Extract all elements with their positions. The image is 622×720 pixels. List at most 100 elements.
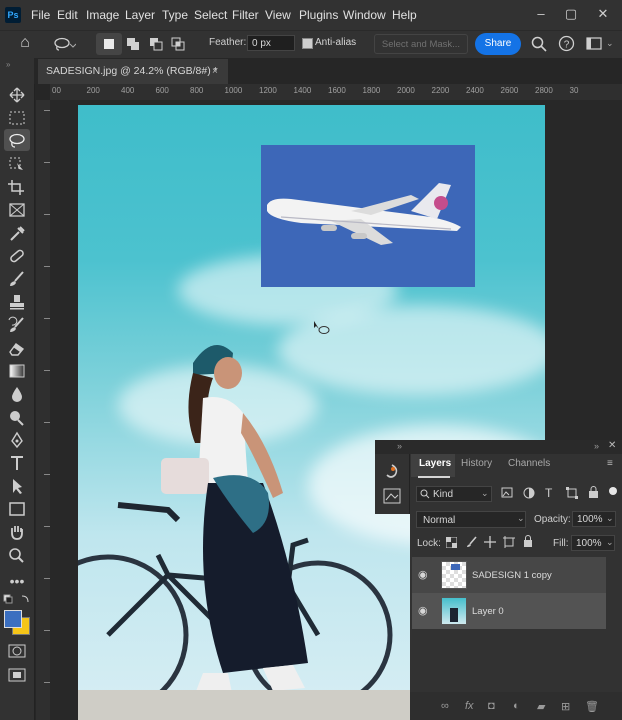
ruler-tick-label: 2800 bbox=[535, 86, 553, 95]
tab-history[interactable]: History bbox=[461, 458, 492, 469]
search-icon[interactable] bbox=[531, 36, 547, 52]
menu-view[interactable]: View bbox=[265, 8, 291, 22]
antialias-checkbox[interactable] bbox=[302, 38, 313, 49]
add-mask-icon[interactable]: ◘ bbox=[488, 700, 495, 712]
visibility-eye-icon[interactable]: ◉ bbox=[418, 604, 428, 617]
ruler-tick-label: 400 bbox=[121, 86, 135, 95]
menu-layer[interactable]: Layer bbox=[125, 8, 155, 22]
workspace-dropdown-icon[interactable]: ⌄ bbox=[606, 38, 614, 49]
feather-input[interactable]: 0 px bbox=[247, 35, 295, 51]
blend-dropdown-icon[interactable]: ⌄ bbox=[517, 513, 525, 524]
filter-type-icon[interactable]: T bbox=[545, 486, 552, 500]
lock-pixels-icon[interactable] bbox=[466, 536, 478, 548]
default-colors-icon[interactable] bbox=[3, 594, 31, 608]
delete-layer-icon[interactable]: 🗑 bbox=[585, 700, 599, 713]
pen-tool-icon[interactable] bbox=[6, 431, 28, 453]
filter-shape-icon[interactable] bbox=[566, 487, 578, 499]
subtract-selection-icon[interactable] bbox=[149, 37, 163, 51]
share-button[interactable]: Share bbox=[475, 33, 521, 55]
lasso-tool-icon[interactable] bbox=[6, 132, 28, 154]
layer-name[interactable]: Layer 0 bbox=[472, 606, 504, 617]
menu-help[interactable]: Help bbox=[392, 8, 417, 22]
marquee-tool-icon[interactable] bbox=[6, 109, 28, 131]
screen-mode-icon[interactable] bbox=[6, 666, 28, 688]
layer-thumbnail bbox=[441, 561, 467, 589]
path-selection-tool-icon[interactable] bbox=[6, 477, 28, 499]
fill-dropdown-icon[interactable]: ⌄ bbox=[606, 537, 614, 548]
select-and-mask-button[interactable]: Select and Mask... bbox=[374, 34, 468, 54]
hand-tool-icon[interactable] bbox=[6, 523, 28, 545]
lock-artboard-icon[interactable] bbox=[503, 536, 515, 548]
ruler-tick-label: 800 bbox=[190, 86, 204, 95]
tab-layers[interactable]: Layers bbox=[419, 458, 451, 469]
new-layer-icon[interactable]: ⊞ bbox=[561, 700, 570, 713]
layer-style-fx-icon[interactable]: fx bbox=[465, 700, 474, 712]
crop-tool-icon[interactable] bbox=[6, 178, 28, 200]
opacity-dropdown-icon[interactable]: ⌄ bbox=[606, 513, 614, 524]
blur-tool-icon[interactable] bbox=[6, 385, 28, 407]
history-panel-icon[interactable] bbox=[383, 463, 401, 481]
history-brush-tool-icon[interactable] bbox=[6, 316, 28, 338]
adjustments-panel-icon[interactable] bbox=[383, 488, 401, 504]
eraser-tool-icon[interactable] bbox=[6, 339, 28, 361]
layer-name[interactable]: SADESIGN 1 copy bbox=[472, 570, 552, 581]
kind-dropdown-icon[interactable]: ⌄ bbox=[481, 488, 489, 499]
filter-smart-object-icon[interactable] bbox=[588, 486, 599, 499]
tab-channels[interactable]: Channels bbox=[508, 458, 550, 469]
minimize-icon[interactable]: – bbox=[533, 6, 549, 22]
foreground-color-swatch[interactable] bbox=[4, 610, 22, 628]
menu-plugins[interactable]: Plugins bbox=[299, 8, 338, 22]
filter-pixel-icon[interactable] bbox=[501, 487, 513, 498]
panel-expand-icon[interactable]: » bbox=[397, 441, 402, 451]
help-glyph: ? bbox=[564, 40, 570, 51]
more-tools-icon[interactable]: ••• bbox=[6, 570, 28, 592]
close-icon[interactable]: ✕ bbox=[595, 6, 611, 22]
add-selection-icon[interactable] bbox=[126, 37, 140, 51]
gradient-tool-icon[interactable] bbox=[6, 362, 28, 384]
adjustment-layer-icon[interactable]: ◐ bbox=[513, 700, 520, 712]
rectangle-tool-icon[interactable] bbox=[6, 500, 28, 522]
dodge-tool-icon[interactable] bbox=[6, 408, 28, 430]
menu-type[interactable]: Type bbox=[162, 8, 188, 22]
panel-close-icon[interactable]: ✕ bbox=[608, 440, 616, 451]
help-icon[interactable]: ? bbox=[558, 35, 575, 52]
type-tool-icon[interactable] bbox=[6, 454, 28, 476]
panel-menu-icon[interactable]: ≡ bbox=[607, 458, 613, 469]
brush-tool-icon[interactable] bbox=[6, 270, 28, 292]
link-layers-icon[interactable]: ∞ bbox=[441, 700, 449, 712]
menu-edit[interactable]: Edit bbox=[57, 8, 78, 22]
frame-tool-icon[interactable] bbox=[6, 201, 28, 223]
filter-toggle-icon[interactable] bbox=[609, 487, 617, 495]
quick-mask-icon[interactable] bbox=[6, 642, 28, 664]
ruler-tick-label: 1400 bbox=[293, 86, 312, 95]
eyedropper-tool-icon[interactable] bbox=[6, 224, 28, 246]
photoshop-logo-icon[interactable]: Ps bbox=[5, 7, 21, 23]
menu-filter[interactable]: Filter bbox=[232, 8, 259, 22]
clone-stamp-tool-icon[interactable] bbox=[6, 293, 28, 315]
lock-position-icon[interactable] bbox=[484, 536, 496, 548]
close-tab-icon[interactable]: × bbox=[212, 59, 218, 84]
maximize-icon[interactable]: ▢ bbox=[563, 6, 579, 22]
intersect-selection-icon[interactable] bbox=[171, 37, 185, 51]
menu-select[interactable]: Select bbox=[194, 8, 227, 22]
workspace-icon[interactable] bbox=[586, 37, 602, 50]
visibility-eye-icon[interactable]: ◉ bbox=[418, 568, 428, 581]
menu-window[interactable]: Window bbox=[343, 8, 386, 22]
filter-adjustment-icon[interactable] bbox=[523, 487, 535, 499]
zoom-tool-icon[interactable] bbox=[6, 546, 28, 568]
blend-mode-select[interactable]: Normal bbox=[416, 511, 526, 528]
lock-transparent-icon[interactable] bbox=[446, 537, 457, 548]
document-tab[interactable]: SADESIGN.jpg @ 24.2% (RGB/8#) * bbox=[38, 59, 228, 84]
new-group-icon[interactable]: ▰ bbox=[537, 700, 545, 713]
airplane-layer-image[interactable] bbox=[261, 145, 475, 287]
move-tool-icon[interactable] bbox=[6, 86, 28, 108]
panel-collapse-icon[interactable]: » bbox=[594, 441, 599, 451]
menu-image[interactable]: Image bbox=[86, 8, 119, 22]
healing-brush-tool-icon[interactable] bbox=[6, 247, 28, 269]
lasso-tool-preset-icon[interactable] bbox=[52, 36, 76, 52]
lock-all-icon[interactable] bbox=[523, 535, 533, 548]
toolbar-collapse-icon[interactable]: » bbox=[6, 60, 10, 69]
object-selection-tool-icon[interactable] bbox=[6, 155, 28, 177]
menu-file[interactable]: File bbox=[31, 8, 50, 22]
home-icon[interactable]: ⌂ bbox=[16, 34, 34, 52]
